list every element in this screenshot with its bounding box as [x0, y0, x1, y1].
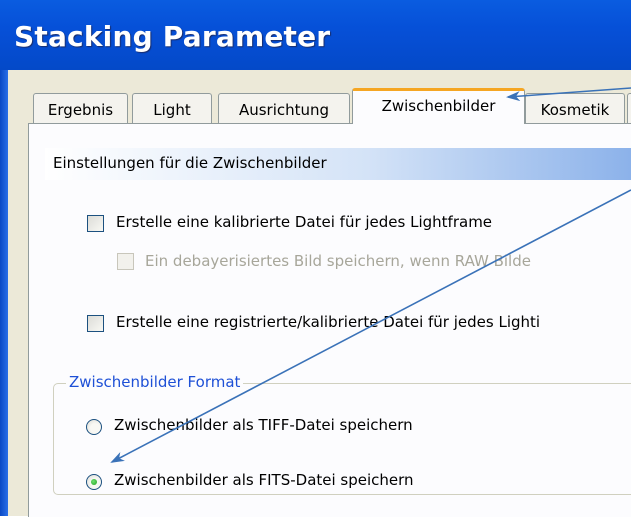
create-registered-file-checkbox[interactable]	[87, 315, 104, 332]
window-frame-left	[0, 70, 8, 516]
tab-light[interactable]: Light	[132, 93, 212, 125]
tab-next-partial[interactable]	[627, 93, 631, 125]
save-debayered-checkbox	[117, 253, 134, 270]
create-calibrated-file-checkbox[interactable]	[87, 215, 104, 232]
window-title: Stacking Parameter	[14, 20, 331, 53]
section-header-label: Einstellungen für die Zwischenbilder	[53, 154, 327, 172]
section-header: Einstellungen für die Zwischenbilder	[45, 148, 631, 180]
tiff-format-radio[interactable]	[86, 419, 102, 435]
tab-zwischenbilder[interactable]: Zwischenbilder	[352, 88, 525, 124]
fits-format-label[interactable]: Zwischenbilder als FITS-Datei speichern	[114, 471, 414, 489]
title-bar[interactable]: Stacking Parameter	[0, 0, 631, 70]
tab-kosmetik[interactable]: Kosmetik	[525, 93, 625, 125]
radio-selected-dot	[91, 479, 97, 485]
fits-format-radio[interactable]	[86, 474, 102, 490]
save-debayered-label: Ein debayerisiertes Bild speichern, wenn…	[145, 252, 531, 270]
create-calibrated-file-label[interactable]: Erstelle eine kalibrierte Datei für jede…	[116, 213, 492, 231]
tiff-format-label[interactable]: Zwischenbilder als TIFF-Datei speichern	[114, 416, 413, 434]
create-registered-file-label[interactable]: Erstelle eine registrierte/kalibrierte D…	[116, 313, 540, 331]
format-group-legend: Zwischenbilder Format	[66, 373, 244, 391]
tab-ausrichtung[interactable]: Ausrichtung	[218, 93, 350, 125]
tab-ergebnis[interactable]: Ergebnis	[33, 93, 128, 125]
